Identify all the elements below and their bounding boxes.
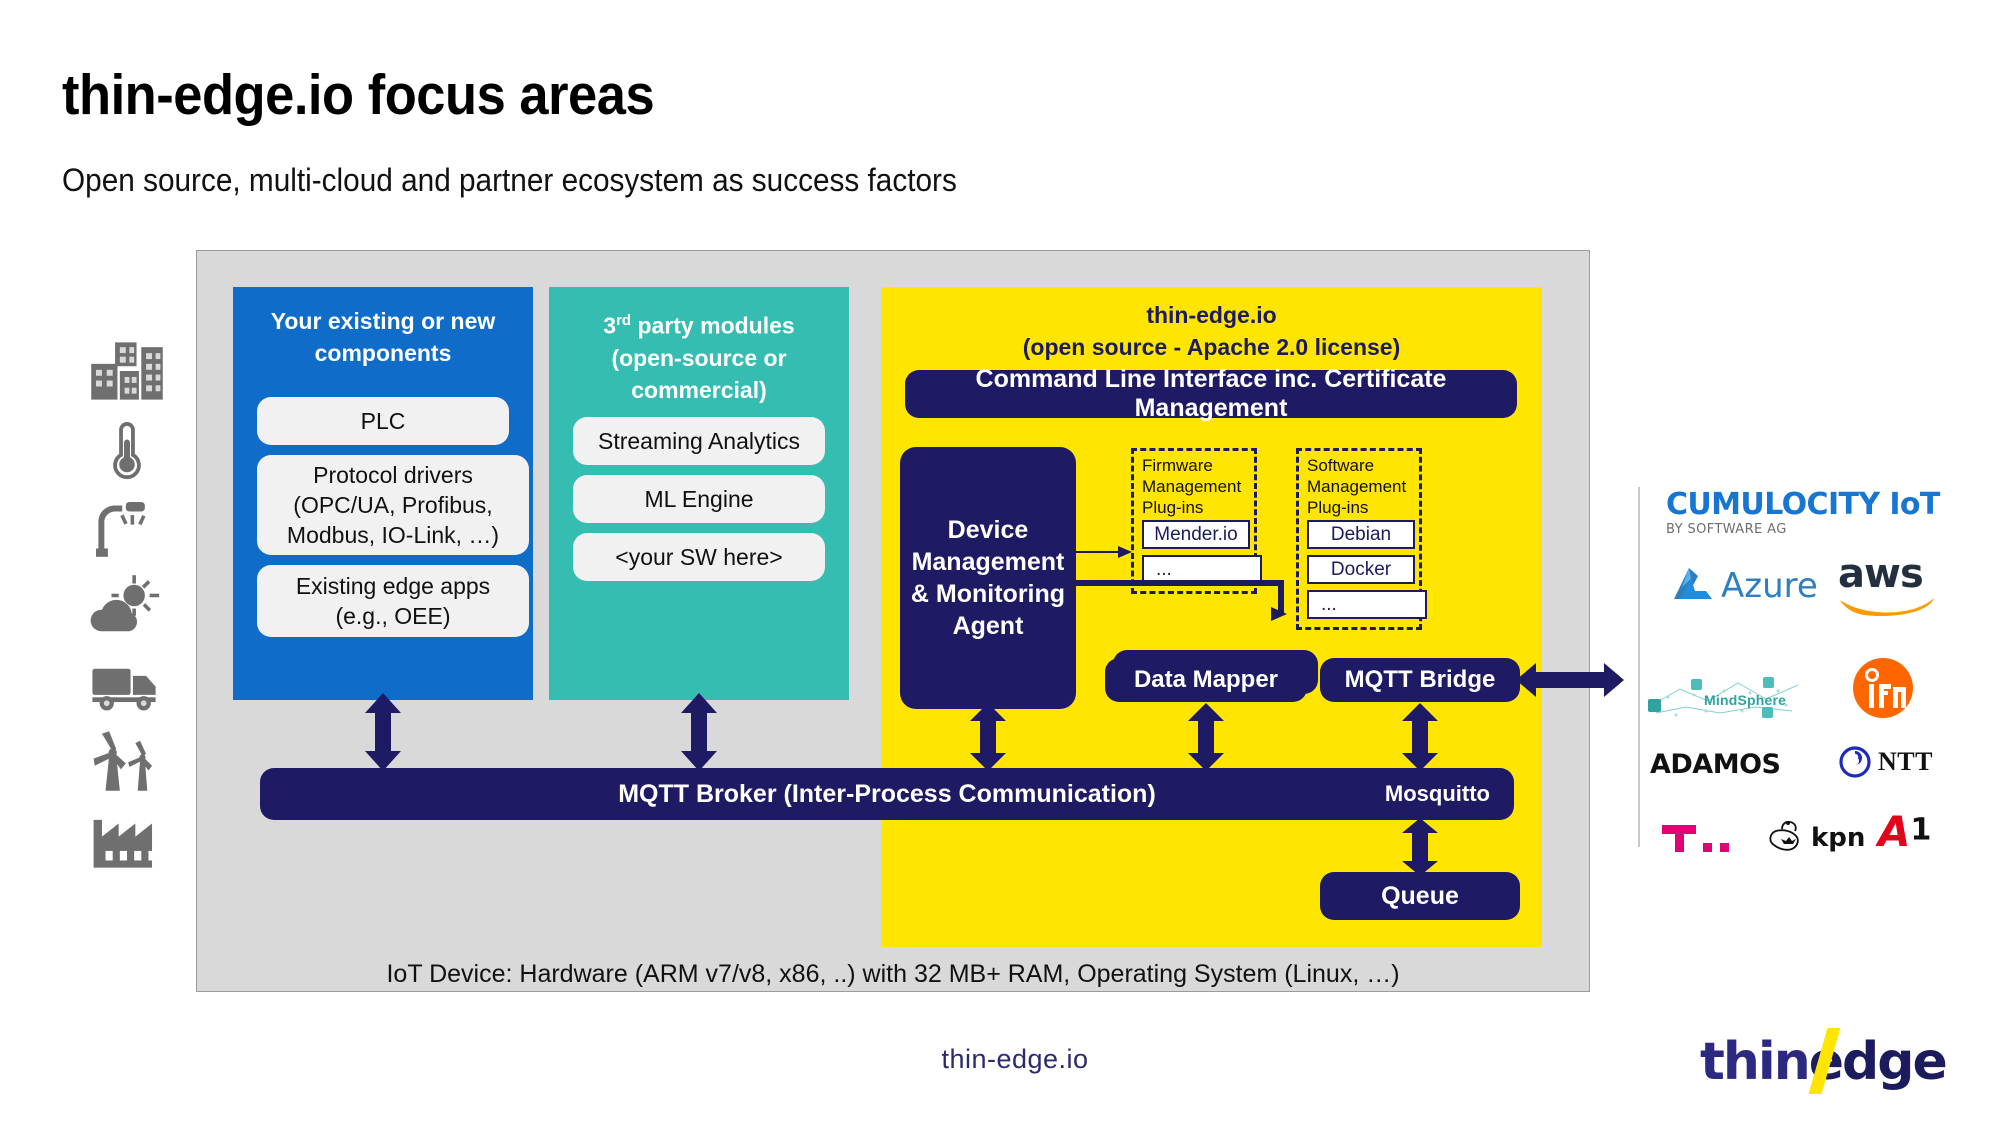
a1-logo: A1 [1878, 807, 1932, 856]
ntt-mark-icon [1839, 746, 1871, 778]
ifm-mark-icon [1853, 658, 1913, 718]
software-plugins-label: Software Management Plug-ins [1307, 456, 1407, 517]
mqtt-broker-bar[interactable]: MQTT Broker (Inter-Process Communication… [260, 768, 1514, 820]
arrow-data-mapper-to-broker [1186, 703, 1226, 771]
plugin-software-more[interactable]: ... [1307, 590, 1427, 619]
chip-ml-engine[interactable]: ML Engine [573, 475, 825, 523]
data-mapper-box[interactable]: Data Mapper [1105, 658, 1307, 702]
plugin-debian[interactable]: Debian [1307, 520, 1415, 549]
software-management-plugins-group: Software Management Plug-ins Debian Dock… [1296, 448, 1427, 630]
arrow-your-components-to-broker [363, 693, 403, 771]
cumulocity-logo: CUMULOCITY IoT BY SOFTWARE AG [1666, 487, 1940, 537]
connector-agent-to-software [1076, 578, 1300, 622]
firmware-plugins-label: Firmware Management Plug-ins [1142, 456, 1242, 517]
firmware-management-plugins-group: Firmware Management Plug-ins Mender.io .… [1131, 448, 1262, 594]
cli-bar[interactable]: Command Line Interface inc. Certificate … [905, 365, 1517, 422]
logo-text-thin: thin [1700, 1032, 1811, 1092]
device-caption: IoT Device: Hardware (ARM v7/v8, x86, ..… [386, 959, 1400, 988]
mqtt-bridge-box[interactable]: MQTT Bridge [1320, 658, 1520, 702]
page-subtitle: Open source, multi-cloud and partner eco… [62, 162, 957, 198]
streetlight-icon [88, 496, 166, 558]
mindsphere-logo: MindSphere [1646, 667, 1821, 725]
footer-url: thin-edge.io [941, 1044, 1089, 1074]
chip-plc[interactable]: PLC [257, 397, 509, 445]
buildings-icon [88, 340, 166, 402]
ifm-logo [1852, 657, 1914, 724]
column-your-components-title: Your existing or new components [270, 308, 496, 366]
arrow-agent-to-broker [968, 703, 1008, 771]
column-third-party: 3rd party modules (open-source or commer… [549, 287, 849, 700]
device-management-agent[interactable]: Device Management & Monitoring Agent [900, 447, 1076, 709]
plugin-docker[interactable]: Docker [1307, 555, 1415, 584]
truck-icon [88, 652, 166, 714]
mosquitto-label: Mosquitto [1384, 781, 1490, 806]
thin-edge-logo: thinedge [1700, 1028, 1950, 1096]
adamos-logo: ADAMOS [1650, 749, 1781, 780]
azure-logo: Azure [1668, 565, 1818, 607]
chip-protocol-drivers[interactable]: Protocol drivers (OPC/UA, Profibus, Modb… [257, 455, 529, 555]
telekom-logo [1658, 821, 1742, 860]
queue-box[interactable]: Queue [1320, 872, 1520, 920]
arrow-third-party-to-broker [679, 693, 719, 771]
arrow-mqtt-bridge-to-broker [1400, 703, 1440, 771]
aws-logo: aws [1838, 551, 1938, 622]
chip-existing-edge-apps[interactable]: Existing edge apps (e.g., OEE) [257, 565, 529, 637]
column-your-components: Your existing or new components PLC Prot… [233, 287, 533, 700]
ntt-logo: NTT [1838, 745, 1933, 779]
chip-streaming-analytics[interactable]: Streaming Analytics [573, 417, 825, 465]
kpn-crown-icon [1769, 820, 1799, 851]
aws-smile-icon [1840, 598, 1934, 617]
partner-logo-panel: CUMULOCITY IoT BY SOFTWARE AG Azure aws [1638, 487, 1960, 856]
wind-turbine-icon [88, 730, 166, 792]
industry-icon-rail [88, 340, 198, 880]
azure-mark-icon [1674, 568, 1712, 599]
telekom-mark-icon [1662, 825, 1729, 852]
column-thin-edge-title: thin-edge.io (open source - Apache 2.0 l… [1022, 302, 1401, 360]
kpn-logo: kpn [1768, 819, 1865, 857]
chip-your-sw-here[interactable]: <your SW here> [573, 533, 825, 581]
mqtt-broker-label: MQTT Broker (Inter-Process Communication… [618, 779, 1156, 808]
plugin-mender-io[interactable]: Mender.io [1142, 520, 1250, 549]
arrow-broker-to-queue [1400, 818, 1440, 876]
weather-icon [88, 574, 166, 636]
page-title: thin-edge.io focus areas [62, 63, 655, 127]
connector-agent-to-firmware [1076, 544, 1134, 560]
column-third-party-title: 3rd party modules (open-source or commer… [603, 312, 795, 403]
factory-icon [88, 808, 166, 870]
thermometer-icon [88, 418, 166, 480]
arrow-bridge-to-cloud [1516, 661, 1624, 699]
